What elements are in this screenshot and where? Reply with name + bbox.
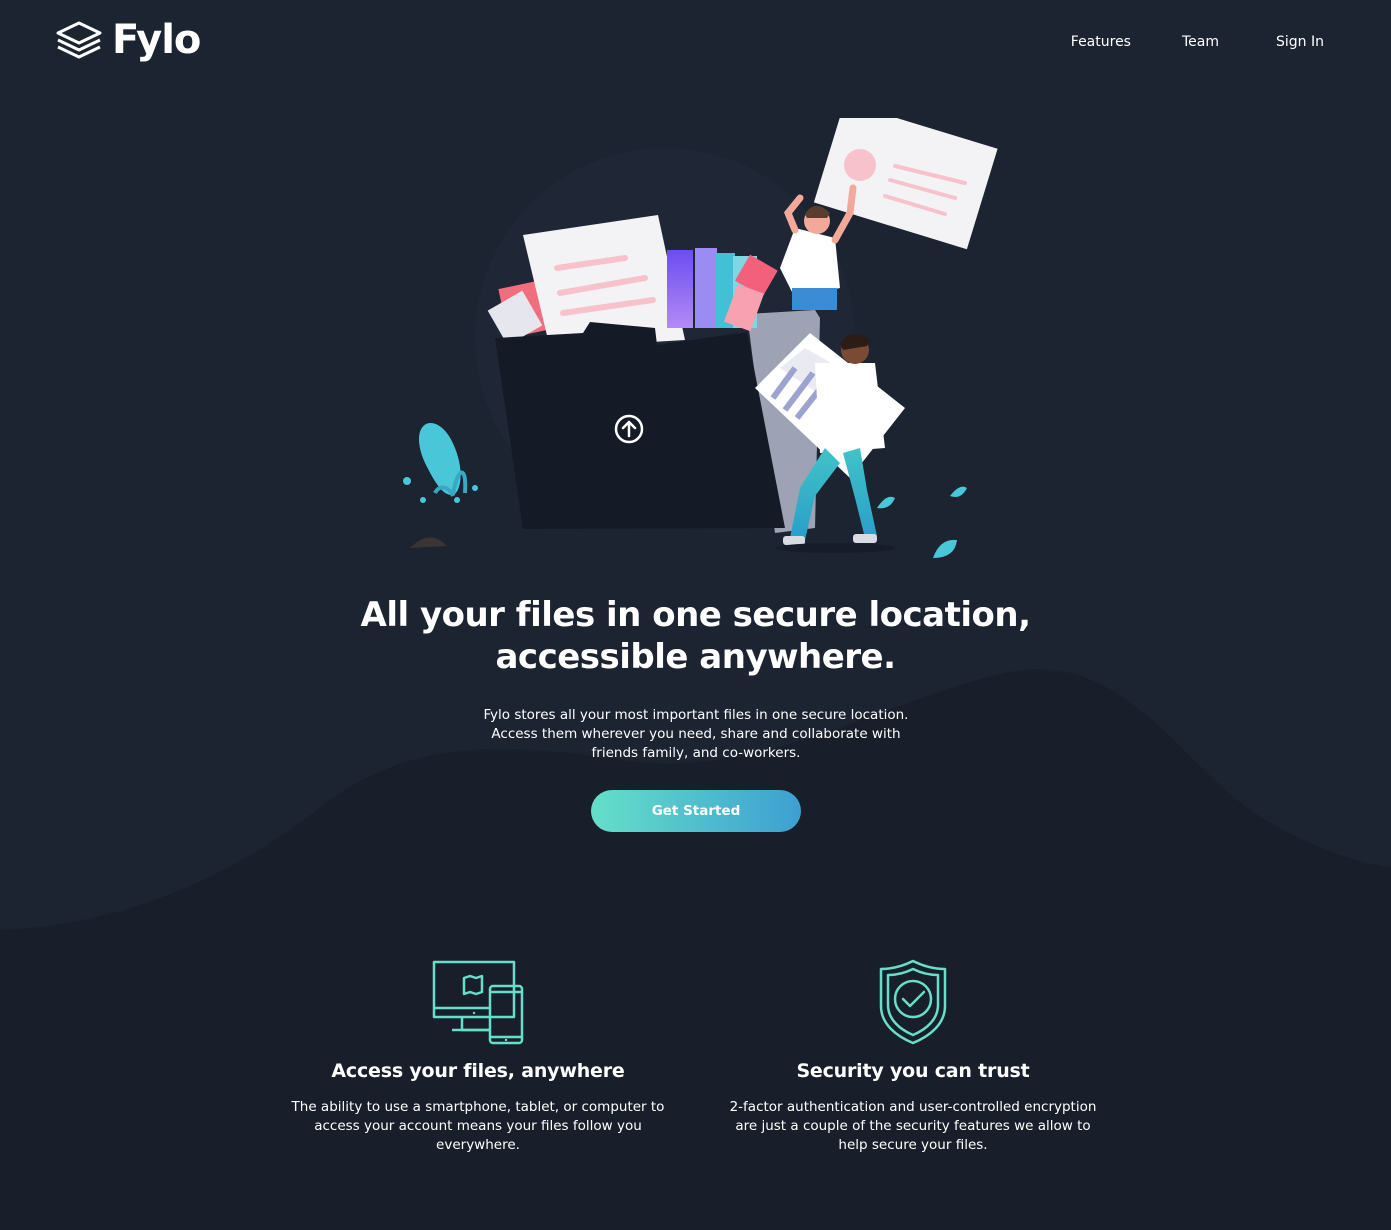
- shield-check-icon: [879, 959, 947, 1045]
- hero-description: Fylo stores all your most important file…: [483, 707, 909, 761]
- person-carrying-files-folder-illustration: [403, 118, 998, 558]
- feature-description: 2-factor authentication and user-control…: [729, 1099, 1097, 1153]
- get-started-button[interactable]: Get Started: [591, 790, 801, 832]
- hero-title-line-1: All your files in one secure location,: [360, 595, 1032, 635]
- feature-description: The ability to use a smartphone, tablet,…: [291, 1099, 665, 1153]
- brand-name: Fylo: [112, 17, 201, 63]
- feature-security: Security you can trust 2-factor authenti…: [722, 958, 1104, 1155]
- stacked-layers-icon: [56, 21, 102, 59]
- site-header: Fylo Features Team Sign In: [0, 0, 1391, 84]
- hero-title-line-2: accessible anywhere.: [495, 637, 896, 677]
- nav-link-team[interactable]: Team: [1182, 32, 1219, 52]
- nav-link-sign-in[interactable]: Sign In: [1276, 32, 1324, 52]
- main-nav: Features Team Sign In: [1071, 32, 1324, 52]
- nav-link-features[interactable]: Features: [1071, 32, 1131, 52]
- brand-logo[interactable]: Fylo: [54, 17, 201, 63]
- feature-title: Security you can trust: [796, 1060, 1030, 1082]
- feature-access-anywhere: Access your files, anywhere The ability …: [288, 958, 668, 1155]
- feature-title: Access your files, anywhere: [331, 1060, 625, 1082]
- hero-title: All your files in one secure location, a…: [0, 594, 1391, 678]
- devices-icon: [432, 960, 524, 1045]
